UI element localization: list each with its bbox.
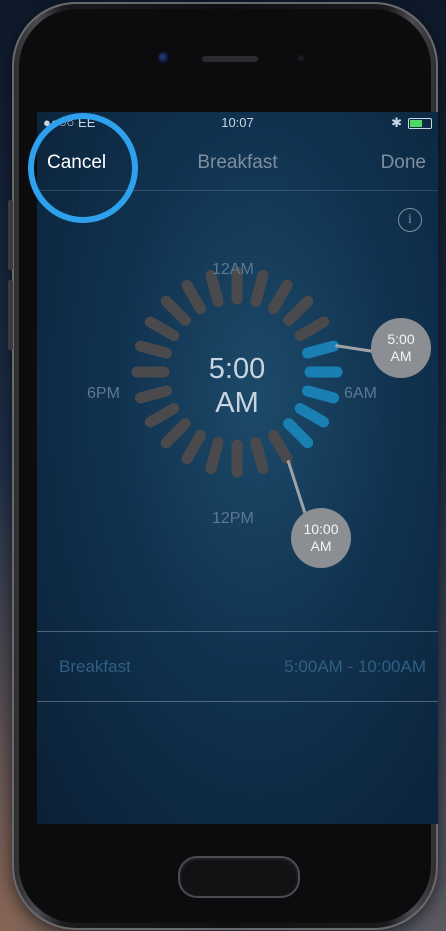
center-time-value: 5:00 [208,353,266,385]
proximity-sensor [298,55,304,61]
dial-segment-hour-20[interactable] [144,316,180,341]
dial-segment-hour-17[interactable] [134,385,172,404]
dial-label-6pm: 6PM [87,385,120,402]
dial-segment-hour-5[interactable] [302,340,340,359]
dial-segment-hour-21[interactable] [160,295,191,326]
center-time-display: 5:00 AM [202,352,272,420]
center-time-period: AM [215,387,259,419]
start-handle-time: 5:00 [387,331,415,347]
dial-segment-hour-2[interactable] [268,279,293,315]
dial-segment-hour-14[interactable] [181,429,206,465]
volume-button [8,280,13,350]
start-handle-period: AM [390,348,412,364]
end-handle-period: AM [310,538,332,554]
meal-row-name[interactable]: Breakfast [59,657,131,677]
dial-segment-hour-22[interactable] [181,279,206,315]
dial-label-12pm: 12PM [212,510,254,527]
dial-segment-hour-8[interactable] [294,403,330,428]
end-handle-time: 10:00 [303,521,339,537]
row-divider-bottom [37,701,438,702]
dial-segment-hour-19[interactable] [134,340,172,359]
dial-segment-hour-1[interactable] [250,269,269,307]
volume-button [8,200,13,270]
dial-segment-hour-15[interactable] [160,418,191,449]
dial-segment-hour-3[interactable] [283,295,314,326]
dial-segment-hour-11[interactable] [250,437,269,475]
earpiece-speaker [202,56,258,62]
dial-segment-hour-13[interactable] [205,437,224,475]
home-button[interactable] [178,856,300,898]
front-camera [158,52,170,64]
row-divider-top [37,631,438,632]
dial-label-6am: 6AM [344,385,377,402]
dial-segment-hour-16[interactable] [144,403,180,428]
dial-segment-hour-7[interactable] [302,385,340,404]
dial-segment-hour-9[interactable] [283,418,314,449]
dial-segment-hour-10[interactable] [268,429,293,465]
dial-segment-hour-4[interactable] [294,316,330,341]
tap-highlight-ring [28,113,138,223]
meal-row-range[interactable]: 5:00AM - 10:00AM [284,657,426,677]
end-time-handle[interactable]: 10:00 AM [291,508,351,568]
start-time-handle[interactable]: 5:00 AM [371,318,431,378]
dial-label-12am: 12AM [212,261,254,278]
dial-segment-hour-23[interactable] [205,269,224,307]
